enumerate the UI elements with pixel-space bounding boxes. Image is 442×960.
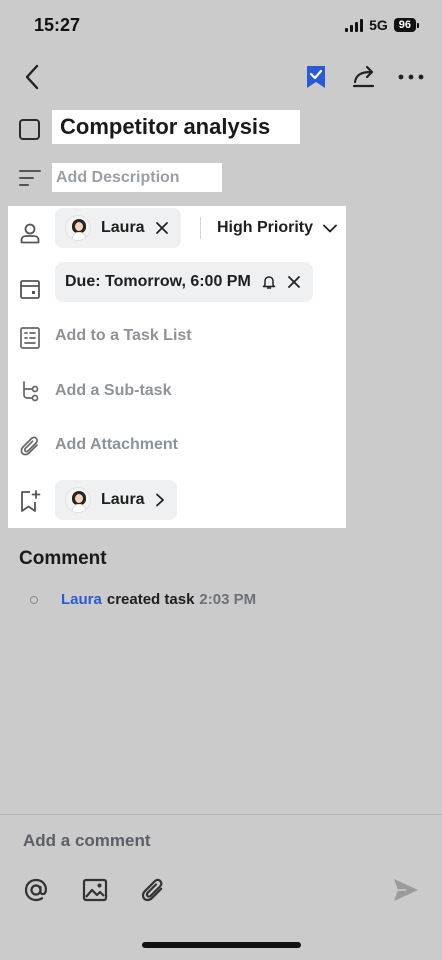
send-button[interactable] [390, 875, 422, 905]
bookmark-button[interactable] [302, 62, 330, 92]
follower-row: Laura [8, 474, 346, 528]
network-label: 5G [369, 17, 388, 33]
description-icon [19, 170, 41, 186]
activity-item: Laura created task 2:03 PM [30, 591, 256, 608]
avatar [65, 215, 91, 241]
at-icon [24, 878, 47, 902]
subtask-label: Add a Sub-task [55, 382, 172, 399]
image-button[interactable] [80, 875, 110, 905]
avatar [65, 487, 91, 513]
activity-time: 2:03 PM [199, 591, 257, 608]
task-list-icon [20, 327, 40, 349]
send-icon [394, 879, 418, 901]
status-time: 15:27 [34, 15, 81, 35]
activity-user-link[interactable]: Laura [61, 591, 102, 608]
bookmark-add-icon [21, 490, 41, 512]
activity-action: created task [106, 591, 195, 608]
close-icon[interactable] [155, 221, 169, 235]
divider [200, 217, 201, 239]
subtask-icon [23, 381, 39, 402]
more-horizontal-icon [398, 74, 424, 80]
home-indicator [142, 942, 301, 948]
bell-icon[interactable] [261, 274, 277, 290]
subtask-row[interactable]: Add a Sub-task [8, 365, 346, 419]
attachment-row[interactable]: Add Attachment [8, 419, 346, 473]
status-indicators: 5G 96 [345, 17, 420, 33]
calendar-icon [20, 280, 40, 299]
share-icon [352, 65, 375, 88]
due-date-row: Due: Tomorrow, 6:00 PM [8, 262, 346, 316]
attach-button[interactable] [138, 875, 168, 905]
priority-label: High Priority [217, 219, 314, 236]
task-details-panel: Laura High Priority Due: Tomorrow, 6:00 … [8, 206, 346, 528]
attachment-icon [141, 878, 163, 902]
chevron-down-icon [323, 224, 337, 232]
due-date-chip[interactable]: Due: Tomorrow, 6:00 PM [55, 262, 313, 302]
assignee-row: Laura High Priority [8, 206, 346, 260]
share-button[interactable] [348, 62, 380, 92]
task-list-label: Add to a Task List [55, 327, 192, 344]
timeline-dot [30, 595, 38, 604]
more-button[interactable] [394, 62, 428, 92]
description-input[interactable]: Add Description [52, 163, 222, 192]
assignee-chip[interactable]: Laura [55, 208, 181, 248]
task-title-input[interactable]: Competitor analysis [52, 110, 300, 144]
task-list-row[interactable]: Add to a Task List [8, 310, 346, 364]
signal-icon [345, 18, 364, 32]
image-icon [82, 878, 108, 902]
person-icon [20, 223, 40, 244]
chevron-right-icon [155, 493, 164, 507]
attachment-label: Add Attachment [55, 436, 178, 453]
due-date-label: Due: Tomorrow, 6:00 PM [65, 273, 251, 290]
comment-heading: Comment [19, 548, 107, 569]
back-button[interactable] [18, 62, 46, 92]
task-complete-checkbox[interactable] [19, 119, 40, 140]
close-icon[interactable] [287, 275, 301, 289]
follower-name: Laura [101, 491, 145, 508]
attachment-icon [20, 436, 38, 456]
follower-chip[interactable]: Laura [55, 480, 177, 520]
assignee-name: Laura [101, 219, 145, 236]
chevron-left-icon [25, 64, 39, 90]
divider [0, 814, 442, 815]
battery-icon: 96 [393, 18, 420, 32]
comment-input[interactable]: Add a comment [23, 831, 151, 851]
bookmark-check-icon [307, 66, 325, 88]
priority-selector[interactable]: High Priority [217, 219, 337, 237]
mention-button[interactable] [21, 875, 51, 905]
